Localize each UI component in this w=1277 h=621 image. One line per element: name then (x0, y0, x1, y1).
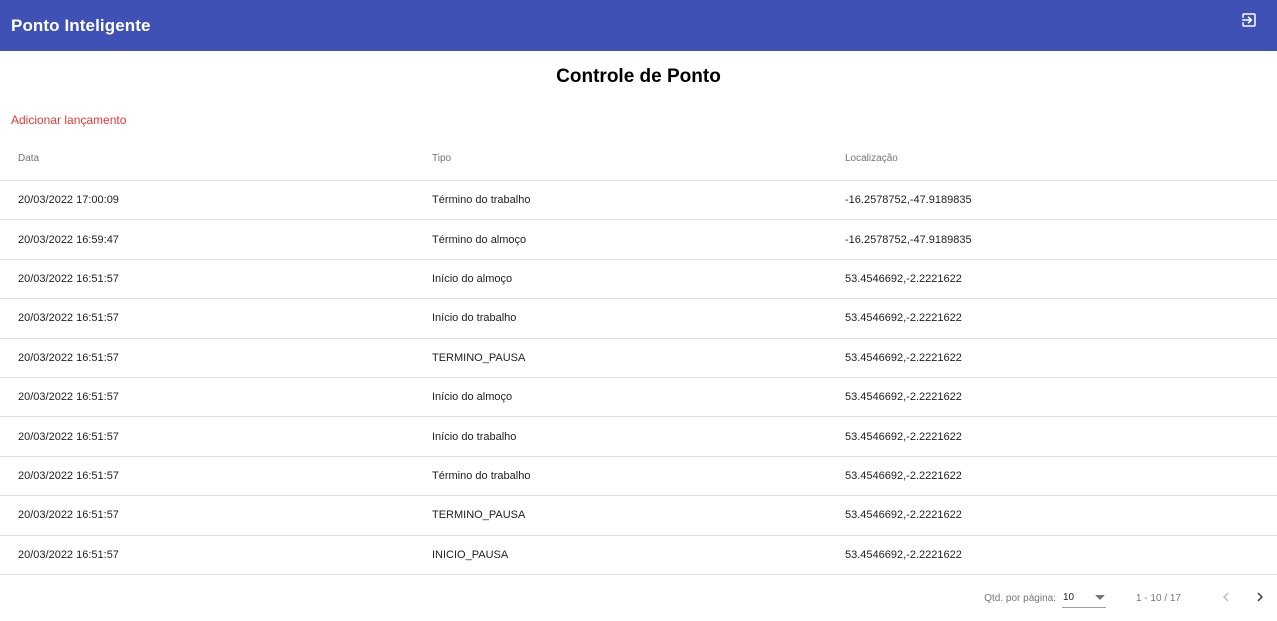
column-header-localizacao[interactable]: Localização (828, 153, 1277, 164)
previous-page-button[interactable] (1209, 581, 1243, 615)
table-header: Data Tipo Localização (0, 136, 1277, 181)
dropdown-arrow-icon (1094, 595, 1105, 600)
cell-data: 20/03/2022 16:51:57 (18, 312, 119, 325)
page-size-select[interactable]: 10 (1061, 588, 1106, 608)
exit-to-app-icon (1240, 11, 1258, 34)
page-range-label: 1 - 10 / 17 (1135, 592, 1181, 604)
table-row[interactable]: 20/03/2022 16:51:57 TERMINO_PAUSA 53.45466… (0, 339, 1277, 378)
cell-data: 20/03/2022 16:51:57 (18, 351, 119, 364)
cell-tipo: INICIO_PAUSA (432, 548, 509, 561)
cell-data: 20/03/2022 16:51:57 (18, 548, 119, 561)
cell-data: 20/03/2022 16:51:57 (18, 469, 119, 482)
cell-data: 20/03/2022 16:51:57 (18, 272, 119, 285)
cell-tipo: Início do trabalho (432, 430, 517, 443)
page-title: Controle de Ponto (556, 66, 721, 87)
top-toolbar: Ponto Inteligente (0, 0, 1277, 51)
cell-localizacao: 53.4546692,-2.2221622 (845, 391, 962, 404)
cell-localizacao: -16.2578752,-47.9189835 (845, 194, 972, 207)
cell-localizacao: 53.4546692,-2.2221622 (845, 312, 962, 325)
cell-localizacao: -16.2578752,-47.9189835 (845, 233, 972, 246)
table-row[interactable]: 20/03/2022 16:59:47 Término do almoço -16.… (0, 220, 1277, 260)
cell-tipo: Início do almoço (432, 272, 513, 285)
table-row[interactable]: 20/03/2022 17:00:09 Término do trabalho -1… (0, 181, 1277, 221)
table-row[interactable]: 20/03/2022 16:51:57 Início do almoço 53.45… (0, 378, 1277, 418)
cell-localizacao: 53.4546692,-2.2221622 (845, 548, 962, 561)
page-size-value: 10 (1062, 592, 1075, 603)
cell-tipo: Término do trabalho (432, 194, 531, 207)
cell-localizacao: 53.4546692,-2.2221622 (845, 272, 962, 285)
chevron-right-icon (1251, 588, 1269, 609)
next-page-button[interactable] (1243, 581, 1277, 615)
table-row[interactable]: 20/03/2022 16:51:57 Início do trabalho 53.… (0, 417, 1277, 457)
table-body: 20/03/2022 17:00:09 Término do trabalho -1… (0, 181, 1277, 575)
chevron-left-icon (1217, 588, 1235, 609)
app-title: Ponto Inteligente (11, 15, 151, 35)
cell-tipo: Término do almoço (432, 233, 527, 246)
cell-tipo: Início do almoço (432, 391, 513, 404)
cell-tipo: Término do trabalho (432, 469, 531, 482)
cell-data: 20/03/2022 16:59:47 (18, 233, 119, 246)
cell-localizacao: 53.4546692,-2.2221622 (845, 430, 962, 443)
table-row[interactable]: 20/03/2022 16:51:57 TERMINO_PAUSA 53.45466… (0, 496, 1277, 536)
cell-data: 20/03/2022 16:51:57 (18, 430, 119, 443)
table-row[interactable]: 20/03/2022 16:51:57 Início do trabalho 53.… (0, 299, 1277, 339)
column-header-tipo[interactable]: Tipo (414, 153, 828, 164)
entries-table: Data Tipo Localização 20/03/2022 17:00:0… (0, 136, 1277, 575)
cell-localizacao: 53.4546692,-2.2221622 (845, 509, 962, 522)
paginator: Qtd. por página: 10 1 - 10 / 17 (984, 580, 1277, 616)
cell-tipo: TERMINO_PAUSA (432, 509, 526, 522)
column-header-data[interactable]: Data (0, 153, 414, 164)
table-row[interactable]: 20/03/2022 16:51:57 Início do almoço 53.45… (0, 260, 1277, 300)
page-size-label: Qtd. por página: (984, 592, 1056, 604)
cell-data: 20/03/2022 16:51:57 (18, 391, 119, 404)
cell-localizacao: 53.4546692,-2.2221622 (845, 351, 962, 364)
table-row[interactable]: 20/03/2022 16:51:57 Término do trabalho 53… (0, 457, 1277, 497)
table-row[interactable]: 20/03/2022 16:51:57 INICIO_PAUSA 53.454669… (0, 536, 1277, 575)
cell-localizacao: 53.4546692,-2.2221622 (845, 469, 962, 482)
cell-data: 20/03/2022 17:00:09 (18, 194, 119, 207)
cell-data: 20/03/2022 16:51:57 (18, 509, 119, 522)
logout-button[interactable] (1237, 11, 1261, 35)
cell-tipo: Início do trabalho (432, 312, 517, 325)
cell-tipo: TERMINO_PAUSA (432, 351, 526, 364)
add-entry-link[interactable]: Adicionar lançamento (11, 113, 126, 127)
